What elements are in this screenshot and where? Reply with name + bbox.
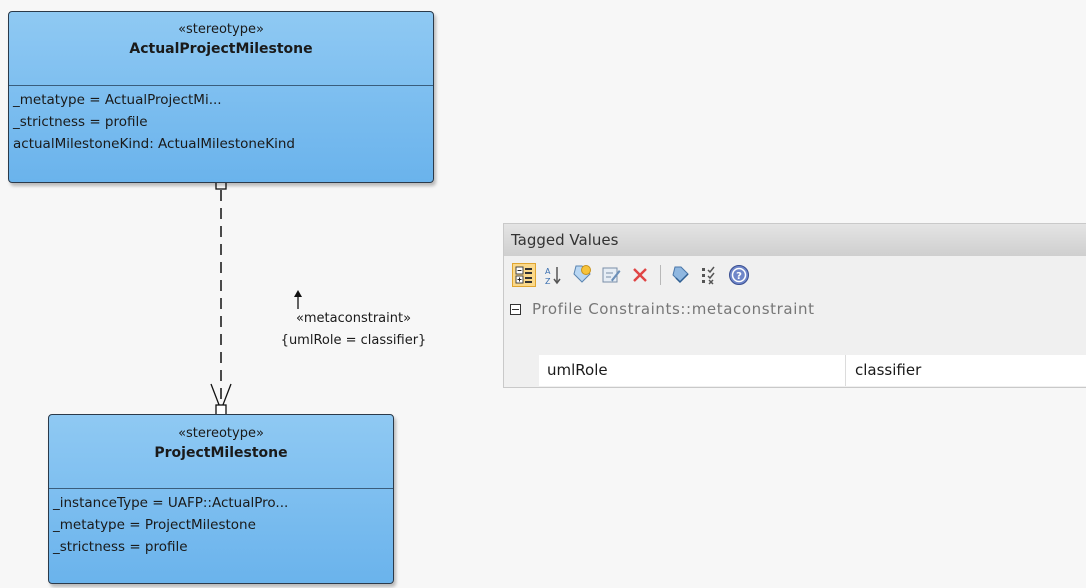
- class-attributes: _instanceType = UAFP::ActualPro... _meta…: [49, 489, 393, 558]
- class-attribute[interactable]: actualMilestoneKind: ActualMilestoneKind: [13, 133, 433, 155]
- class-attributes: _metatype = ActualProjectMi... _strictne…: [9, 86, 433, 155]
- class-attribute[interactable]: _metatype = ActualProjectMi...: [13, 89, 433, 111]
- tagged-values-panel: Tagged Values AZ ? Profile Constraints::…: [503, 223, 1086, 388]
- toolbar-separator: [660, 265, 661, 285]
- tag-group-row[interactable]: Profile Constraints::metaconstraint: [504, 294, 1086, 324]
- tag-name: umlRole: [547, 361, 608, 379]
- connector-stereotype: «metaconstraint»: [295, 311, 412, 326]
- class-attribute[interactable]: _strictness = profile: [53, 536, 393, 558]
- delete-icon[interactable]: [628, 263, 652, 287]
- class-stereotype: «stereotype»: [178, 426, 264, 441]
- class-project-milestone[interactable]: «stereotype» ProjectMilestone _instanceT…: [48, 414, 394, 584]
- edit-tag-icon[interactable]: [599, 263, 623, 287]
- panel-toolbar: AZ ?: [504, 256, 1086, 294]
- svg-text:A: A: [545, 267, 551, 276]
- class-attribute[interactable]: _strictness = profile: [13, 111, 433, 133]
- class-attribute[interactable]: _instanceType = UAFP::ActualPro...: [53, 492, 393, 514]
- new-tag-icon[interactable]: [570, 263, 594, 287]
- checklist-icon[interactable]: [698, 263, 722, 287]
- categorized-view-icon[interactable]: [512, 263, 536, 287]
- class-name: ActualProjectMilestone: [129, 41, 313, 57]
- connector-constraint: {umlRole = classifier}: [280, 333, 427, 348]
- class-stereotype: «stereotype»: [178, 22, 264, 37]
- sort-alphabetical-icon[interactable]: AZ: [541, 263, 565, 287]
- panel-title: Tagged Values: [504, 224, 1086, 256]
- svg-text:Z: Z: [545, 277, 551, 285]
- class-header: «stereotype» ProjectMilestone: [49, 415, 393, 489]
- collapse-icon[interactable]: [510, 303, 521, 315]
- tag-sets-icon[interactable]: [669, 263, 693, 287]
- tag-value[interactable]: classifier: [855, 355, 921, 386]
- class-attribute[interactable]: _metatype = ProjectMilestone: [53, 514, 393, 536]
- tag-group-label: Profile Constraints::metaconstraint: [532, 300, 815, 318]
- tag-row[interactable]: umlRole classifier: [539, 355, 1086, 386]
- class-header: «stereotype» ActualProjectMilestone: [9, 12, 433, 86]
- help-icon[interactable]: ?: [727, 263, 751, 287]
- column-divider: [845, 355, 846, 386]
- dependency-arrowhead: [210, 383, 232, 412]
- class-name: ProjectMilestone: [154, 445, 288, 461]
- class-actual-project-milestone[interactable]: «stereotype» ActualProjectMilestone _met…: [8, 11, 434, 183]
- connector-label[interactable]: «metaconstraint» {umlRole = classifier}: [266, 308, 441, 352]
- svg-text:?: ?: [736, 271, 742, 282]
